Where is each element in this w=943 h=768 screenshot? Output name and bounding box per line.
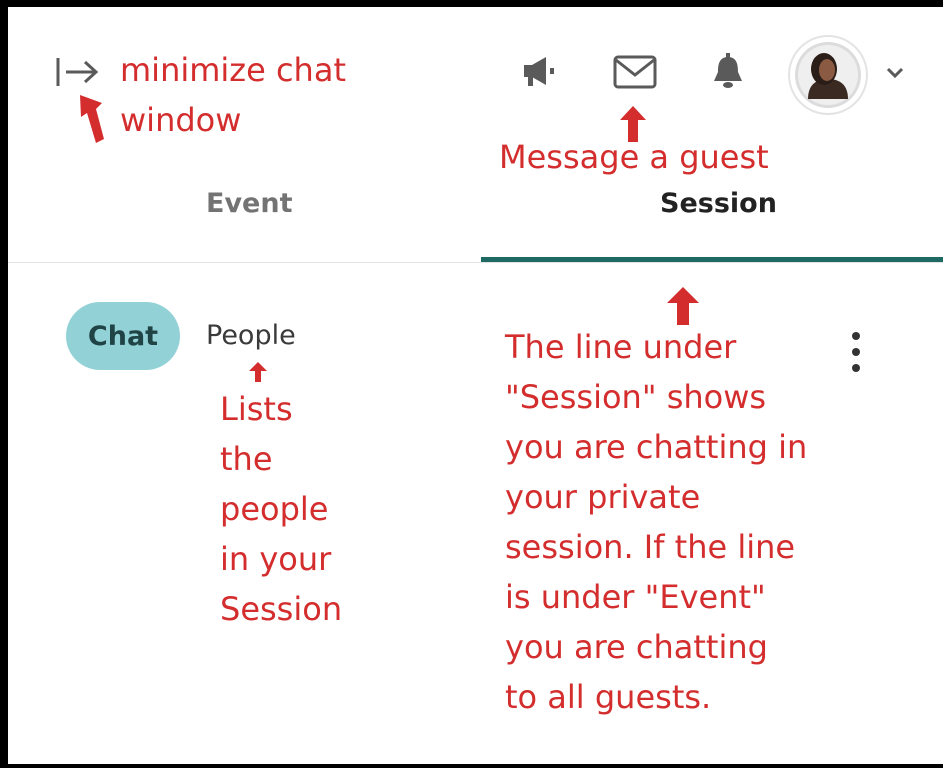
annotation-session-line: The line under "Session" shows you are c…: [505, 328, 808, 716]
minimize-chat-icon[interactable]: [55, 52, 101, 92]
annotation-message-guest: Message a guest: [499, 138, 769, 176]
annotation-minimize: minimize chat window: [120, 51, 346, 139]
chat-tab-button[interactable]: Chat: [66, 302, 180, 370]
bell-icon[interactable]: [708, 50, 748, 92]
tab-event[interactable]: Event: [206, 188, 292, 219]
people-tab-button[interactable]: People: [206, 320, 296, 351]
user-avatar[interactable]: [790, 37, 866, 113]
envelope-icon[interactable]: [610, 52, 660, 92]
chevron-down-icon[interactable]: [880, 60, 910, 86]
kebab-menu-icon[interactable]: [844, 330, 868, 380]
tab-divider: [8, 262, 943, 263]
megaphone-icon[interactable]: [520, 54, 560, 90]
annotation-arrow-people: [249, 362, 267, 386]
annotation-arrow-minimize: [76, 95, 110, 151]
annotation-people: Lists the people in your Session: [220, 390, 343, 628]
tab-session[interactable]: Session: [660, 188, 777, 219]
session-tab-indicator: [481, 257, 943, 262]
